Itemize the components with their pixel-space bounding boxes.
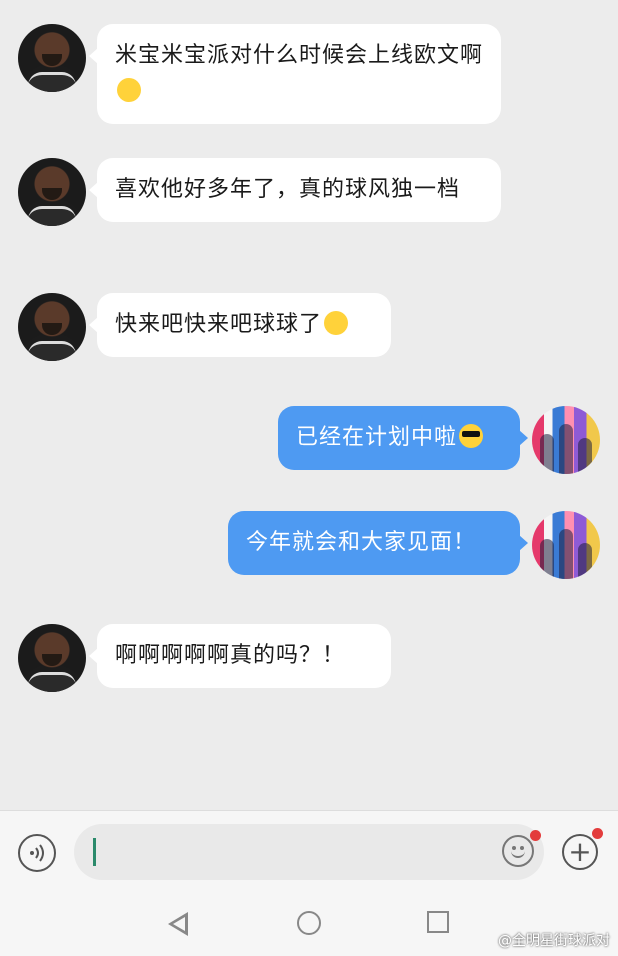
text-cursor [93,838,96,866]
message-text: 米宝米宝派对什么时候会上线欧文啊 [115,43,484,68]
outgoing-message[interactable]: 已经在计划中啦 [278,406,528,470]
pleading-face-icon [324,311,349,335]
message-text: 快来吧快来吧球球了 [115,312,323,337]
contact-avatar[interactable] [18,24,86,92]
crying-face-icon [117,78,141,102]
message-text: 今年就会和大家见面！ [246,530,477,555]
back-nav-icon[interactable] [168,912,188,936]
incoming-message[interactable]: 快来吧快来吧球球了 [89,293,391,357]
user-avatar[interactable] [532,406,600,474]
voice-icon[interactable] [18,834,56,872]
contact-avatar[interactable] [18,624,86,692]
recent-apps-icon[interactable] [427,911,449,933]
outgoing-message[interactable]: 今年就会和大家见面！ [228,511,528,575]
incoming-message[interactable]: 啊啊啊啊啊真的吗？！ [89,624,391,688]
plus-icon[interactable]: + [562,834,598,870]
message-text: 啊啊啊啊啊真的吗？！ [115,643,346,668]
message-input-bar: + [0,810,618,892]
message-input[interactable] [74,824,544,880]
sunglasses-face-icon [459,424,484,448]
incoming-message[interactable]: 喜欢他好多年了，真的球风独一档 [89,158,501,222]
watermark: @全明星街球派对 [498,933,610,949]
home-nav-icon[interactable] [297,911,321,935]
contact-avatar[interactable] [18,293,86,361]
notification-dot [530,830,541,841]
chat-message-list[interactable]: 米宝米宝派对什么时候会上线欧文啊 喜欢他好多年了，真的球风独一档 快来吧快来吧球… [0,0,618,810]
incoming-message[interactable]: 米宝米宝派对什么时候会上线欧文啊 [89,24,501,124]
contact-avatar[interactable] [18,158,86,226]
message-text: 已经在计划中啦 [296,425,458,450]
message-text: 喜欢他好多年了，真的球风独一档 [115,177,461,202]
emoji-icon[interactable] [502,835,534,867]
notification-dot [592,828,603,839]
user-avatar[interactable] [532,511,600,579]
system-navigation-bar: @全明星街球派对 [0,892,618,956]
